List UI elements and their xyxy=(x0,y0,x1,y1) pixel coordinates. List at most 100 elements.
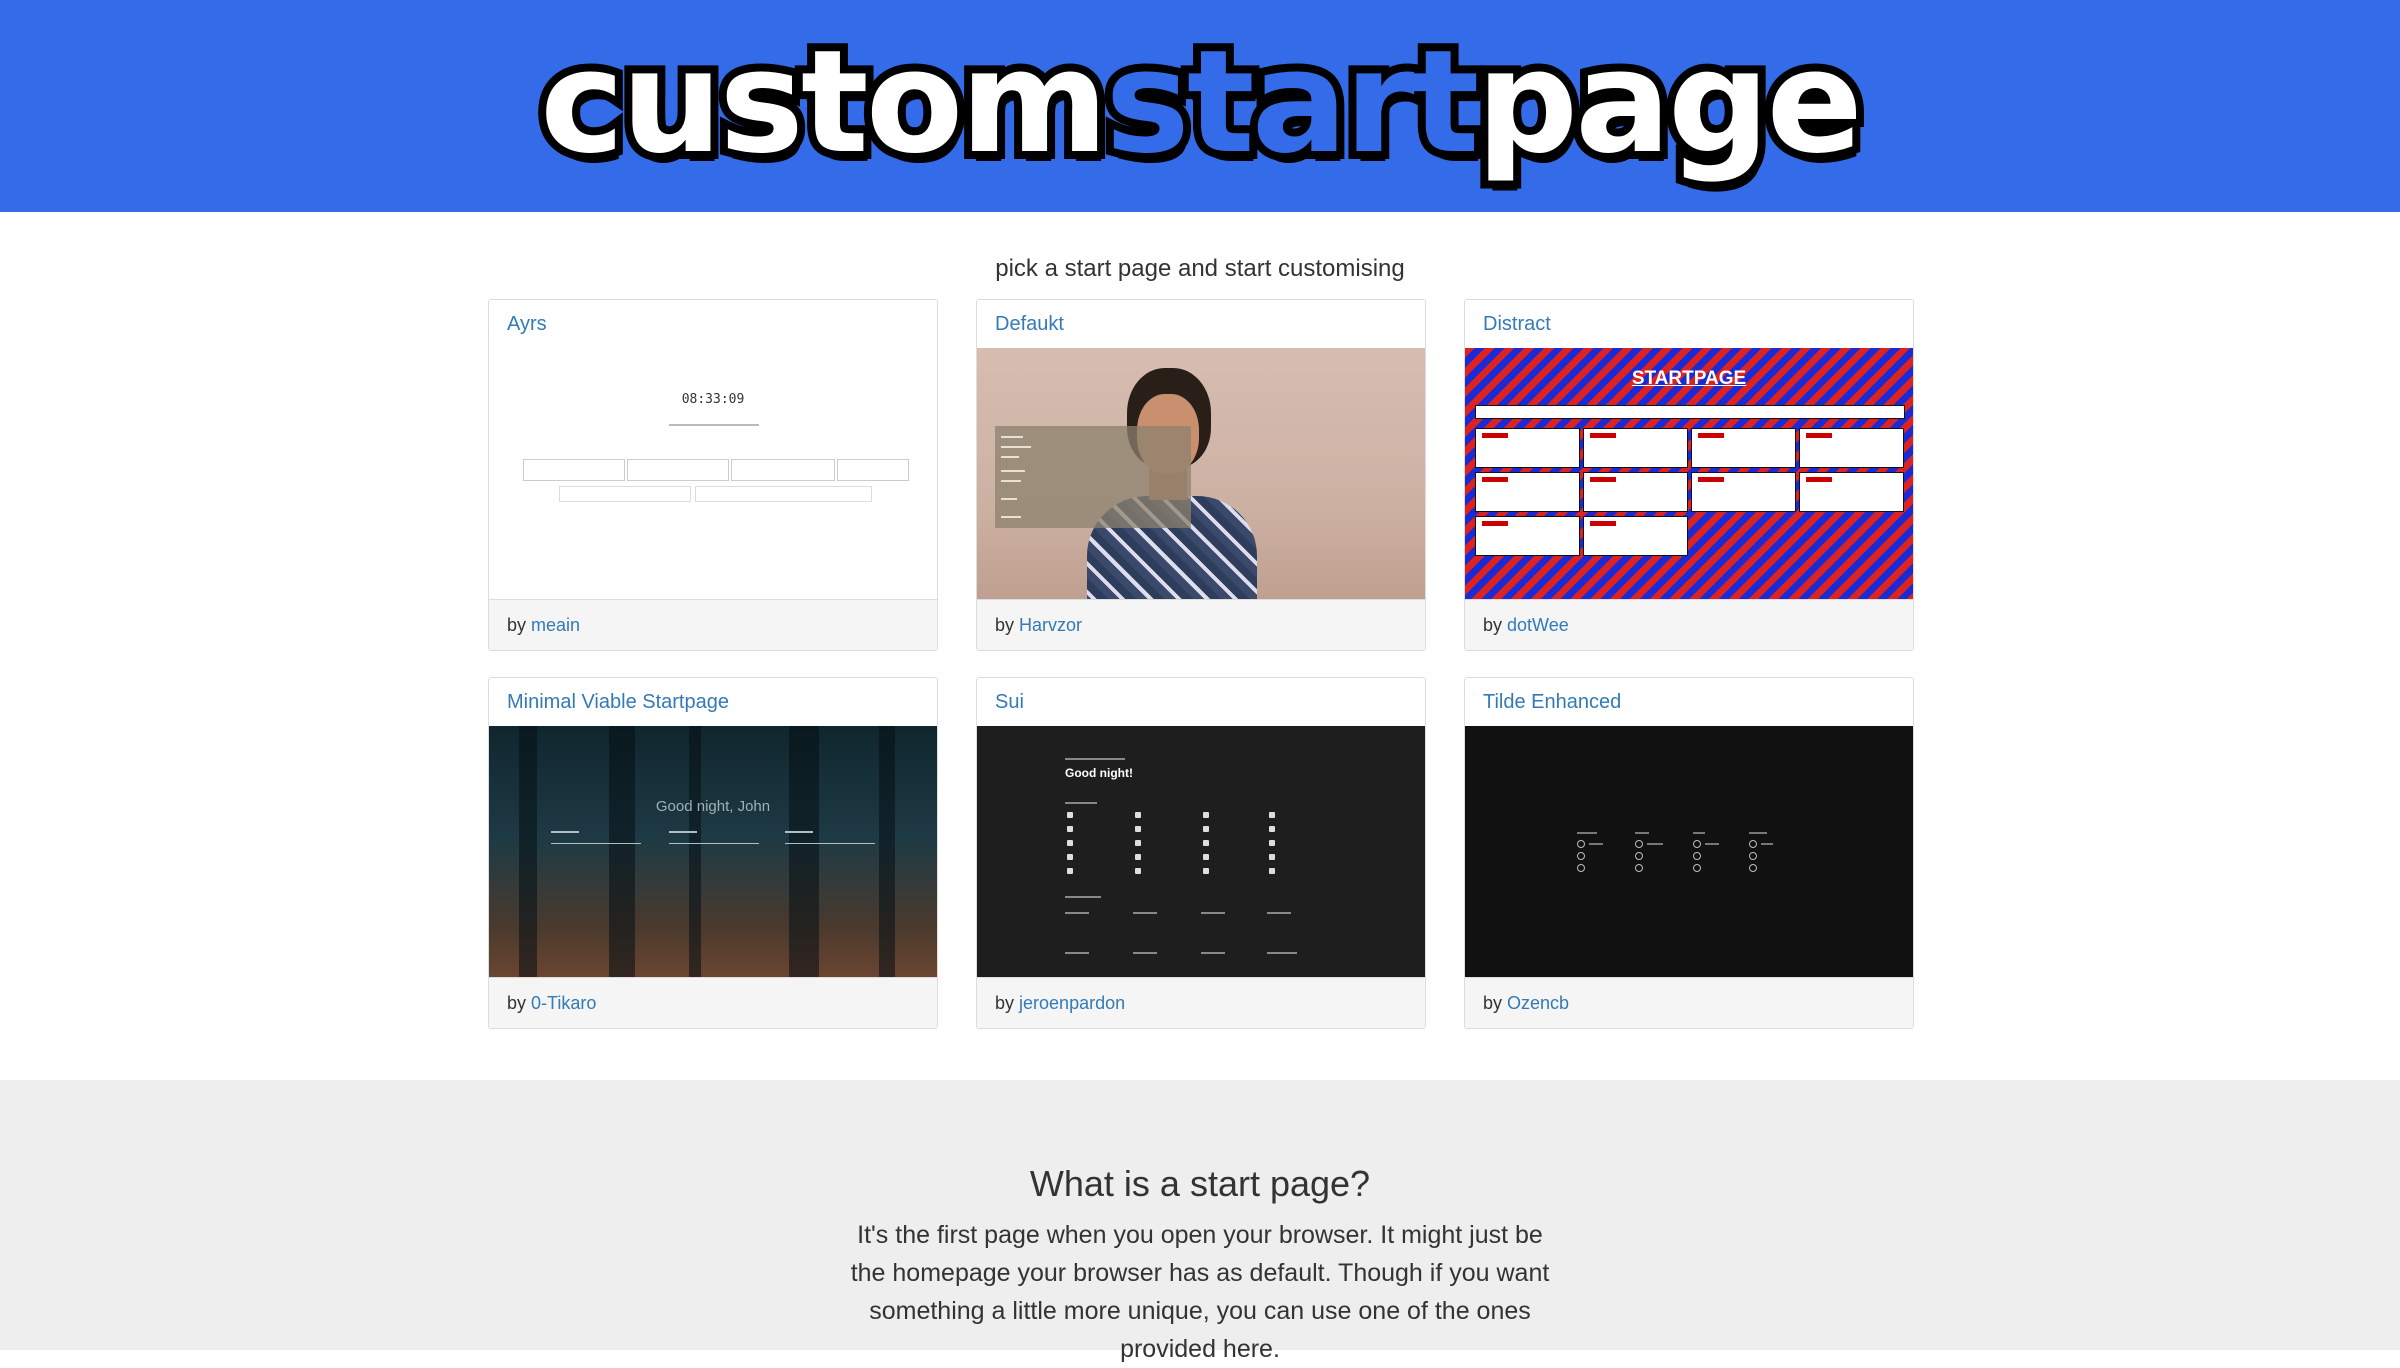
card-title-link[interactable]: Sui xyxy=(977,678,1425,726)
preview-line xyxy=(1065,758,1125,760)
preview-tile xyxy=(1691,428,1796,468)
preview-app-icon xyxy=(1203,868,1209,874)
preview-tile xyxy=(1475,516,1580,556)
preview-line xyxy=(1761,843,1773,845)
preview-bookmark-panel xyxy=(995,426,1191,528)
preview-tree xyxy=(519,726,537,977)
logo-part-start: start xyxy=(1097,20,1487,185)
preview-app-icon xyxy=(1067,854,1073,860)
preview-box xyxy=(627,459,729,481)
preview-greeting: Good night! xyxy=(1065,766,1133,780)
card-footer: by Ozencb xyxy=(1465,977,1913,1028)
site-logo[interactable]: customstartpage xyxy=(532,24,1871,182)
startpage-card-minimal-viable: Minimal Viable Startpage Good night, Joh… xyxy=(488,677,938,1029)
preview-line xyxy=(785,831,813,833)
logo-part-page: page xyxy=(1468,20,1870,185)
author-link[interactable]: jeroenpardon xyxy=(1019,993,1125,1013)
by-label: by xyxy=(1483,993,1503,1013)
preview-tile xyxy=(1475,472,1580,512)
preview-link-icon xyxy=(1749,840,1757,848)
preview-app-icon xyxy=(1067,826,1073,832)
preview-app-icon xyxy=(1269,854,1275,860)
preview-line xyxy=(1065,912,1089,914)
preview-greeting: Good night, John xyxy=(655,798,771,815)
preview-tree xyxy=(879,726,895,977)
author-link[interactable]: Ozencb xyxy=(1507,993,1569,1013)
preview-line xyxy=(1749,832,1767,834)
card-thumbnail[interactable]: STARTPAGE xyxy=(1465,348,1913,599)
preview-box xyxy=(523,459,625,481)
preview-line xyxy=(1001,446,1031,448)
preview-app-icon xyxy=(1135,840,1141,846)
author-link[interactable]: 0-Tikaro xyxy=(531,993,596,1013)
preview-box xyxy=(731,459,835,481)
card-thumbnail[interactable] xyxy=(977,348,1425,599)
preview-app-icon xyxy=(1067,840,1073,846)
preview-heading: STARTPAGE xyxy=(1631,368,1747,389)
startpage-card-tilde-enhanced: Tilde Enhanced by Ozencb xyxy=(1464,677,1914,1029)
preview-line xyxy=(669,424,759,426)
preview-app-icon xyxy=(1269,826,1275,832)
card-thumbnail[interactable]: Good night! xyxy=(977,726,1425,977)
preview-tree xyxy=(789,726,819,977)
preview-app-icon xyxy=(1203,812,1209,818)
card-footer: by 0-Tikaro xyxy=(489,977,937,1028)
preview-app-icon xyxy=(1203,826,1209,832)
site-header: customstartpage xyxy=(0,0,2400,212)
author-link[interactable]: meain xyxy=(531,615,580,635)
startpage-grid: Ayrs 08:33:09 by meain Defaukt by Harvzo… xyxy=(488,299,1914,1029)
preview-line xyxy=(1201,912,1225,914)
author-link[interactable]: Harvzor xyxy=(1019,615,1082,635)
card-title-link[interactable]: Distract xyxy=(1465,300,1913,348)
card-footer: by dotWee xyxy=(1465,599,1913,650)
preview-search xyxy=(1475,405,1905,419)
preview-line xyxy=(1001,516,1021,518)
preview-line xyxy=(1133,952,1157,954)
card-title-link[interactable]: Defaukt xyxy=(977,300,1425,348)
preview-link-icon xyxy=(1693,840,1701,848)
preview-tile xyxy=(1475,428,1580,468)
preview-tree xyxy=(689,726,701,977)
preview-line xyxy=(1647,843,1663,845)
card-title-link[interactable]: Tilde Enhanced xyxy=(1465,678,1913,726)
preview-link-icon xyxy=(1749,852,1757,860)
preview-line xyxy=(1201,952,1225,954)
author-link[interactable]: dotWee xyxy=(1507,615,1569,635)
card-thumbnail[interactable] xyxy=(1465,726,1913,977)
preview-tile xyxy=(1583,472,1688,512)
preview-tile xyxy=(1691,472,1796,512)
card-thumbnail[interactable]: Good night, John xyxy=(489,726,937,977)
preview-link-icon xyxy=(1635,840,1643,848)
preview-line xyxy=(1001,436,1023,438)
preview-line xyxy=(551,831,579,833)
tagline: pick a start page and start customising xyxy=(995,255,1405,282)
preview-app-icon xyxy=(1135,826,1141,832)
card-footer: by jeroenpardon xyxy=(977,977,1425,1028)
preview-app-icon xyxy=(1067,868,1073,874)
preview-tile xyxy=(1799,472,1904,512)
preview-line xyxy=(1705,843,1719,845)
preview-line xyxy=(1635,832,1649,834)
preview-app-icon xyxy=(1269,868,1275,874)
card-title-link[interactable]: Ayrs xyxy=(489,300,937,348)
startpage-card-distract: Distract STARTPAGE by dotWee xyxy=(1464,299,1914,651)
card-thumbnail[interactable]: 08:33:09 xyxy=(489,348,937,599)
preview-app-icon xyxy=(1203,854,1209,860)
card-title-link[interactable]: Minimal Viable Startpage xyxy=(489,678,937,726)
preview-box xyxy=(559,486,691,502)
info-heading: What is a start page? xyxy=(1029,1163,1371,1204)
preview-line xyxy=(1577,832,1597,834)
preview-app-icon xyxy=(1203,840,1209,846)
preview-link-icon xyxy=(1635,852,1643,860)
card-footer: by meain xyxy=(489,599,937,650)
startpage-card-sui: Sui Good night! by jeroenpardon xyxy=(976,677,1426,1029)
preview-line xyxy=(669,831,697,833)
preview-link-icon xyxy=(1577,864,1585,872)
preview-line xyxy=(1133,912,1157,914)
preview-app-icon xyxy=(1135,868,1141,874)
card-footer: by Harvzor xyxy=(977,599,1425,650)
preview-line xyxy=(1001,480,1021,482)
startpage-card-defaukt: Defaukt by Harvzor xyxy=(976,299,1426,651)
preview-column xyxy=(669,843,759,844)
preview-line xyxy=(1267,952,1297,954)
